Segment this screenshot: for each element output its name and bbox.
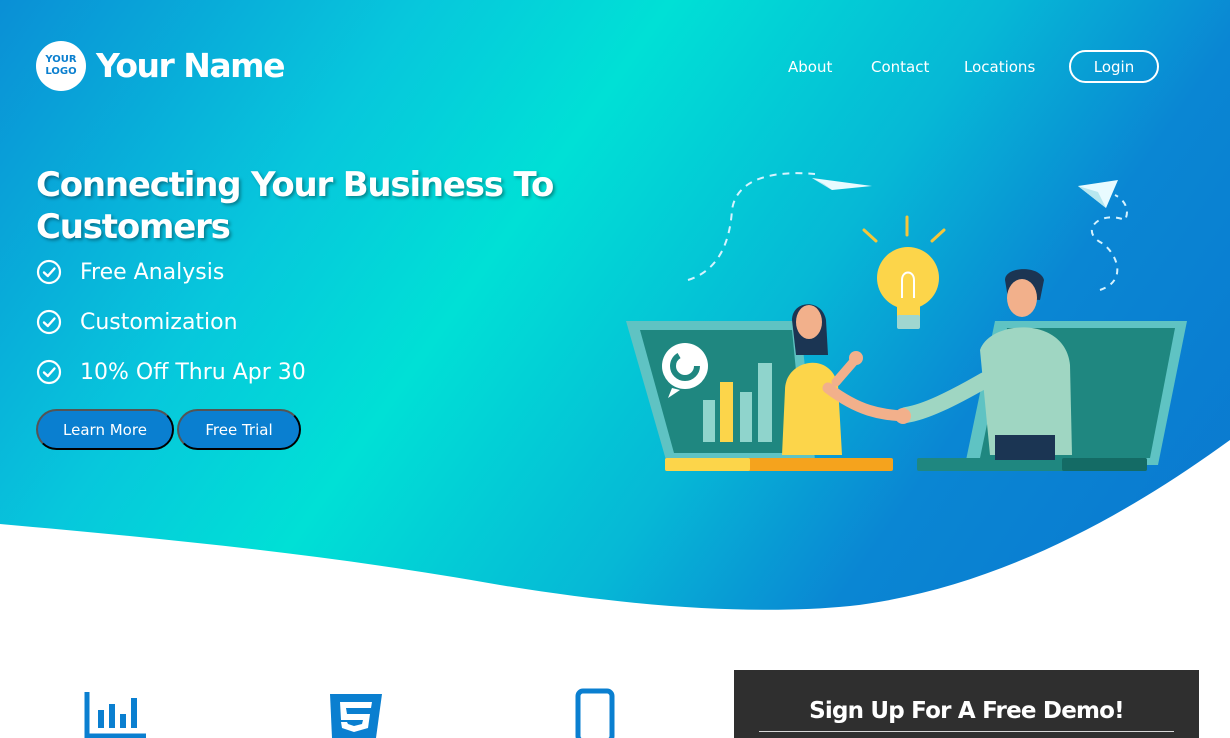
bar-chart-icon — [84, 692, 146, 738]
signup-panel: Sign Up For A Free Demo! — [734, 670, 1199, 738]
logo-text-line2: LOGO — [45, 66, 77, 77]
css3-icon — [330, 694, 382, 738]
signup-title: Sign Up For A Free Demo! — [809, 698, 1125, 724]
feature-item: Free Analysis — [36, 259, 224, 285]
learn-more-button[interactable]: Learn More — [36, 409, 174, 450]
check-circle-icon — [36, 309, 62, 335]
check-circle-icon — [36, 259, 62, 285]
mobile-phone-icon — [575, 688, 615, 738]
hero-headline: Connecting Your Business To Customers — [36, 164, 596, 248]
hero-headline-line1: Connecting Your Business To — [36, 165, 554, 205]
nav-link-locations[interactable]: Locations — [964, 58, 1035, 76]
logo-text-line1: YOUR — [45, 54, 77, 65]
feature-text: Customization — [80, 309, 238, 335]
hero-headline-line2: Customers — [36, 207, 231, 247]
nav-link-about[interactable]: About — [788, 58, 832, 76]
feature-item: Customization — [36, 309, 238, 335]
feature-text: Free Analysis — [80, 259, 225, 285]
brand-name[interactable]: Your Name — [96, 46, 285, 86]
feature-item: 10% Off Thru Apr 30 — [36, 359, 306, 385]
check-circle-icon — [36, 359, 62, 385]
signup-divider — [759, 731, 1174, 732]
nav-link-contact[interactable]: Contact — [871, 58, 929, 76]
handshake-illustration — [626, 172, 1187, 471]
feature-text: 10% Off Thru Apr 30 — [80, 359, 306, 385]
login-button[interactable]: Login — [1069, 50, 1159, 83]
logo[interactable]: YOUR LOGO — [36, 41, 86, 91]
free-trial-button[interactable]: Free Trial — [177, 409, 301, 450]
